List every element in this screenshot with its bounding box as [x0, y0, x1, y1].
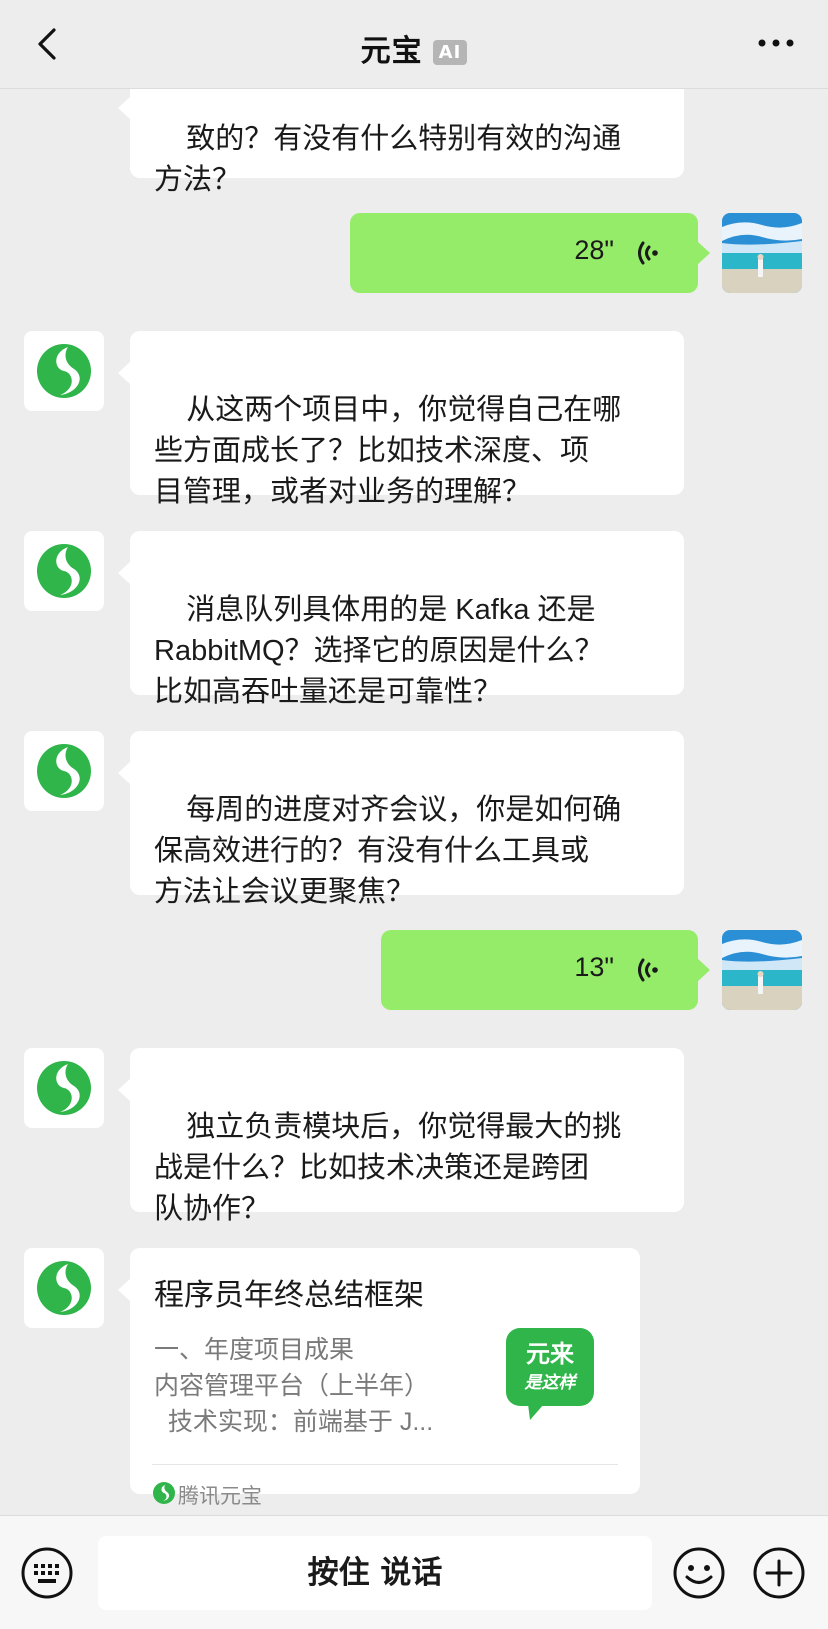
- voice-message[interactable]: 28": [350, 213, 710, 293]
- top-bar: 元宝 AI: [0, 0, 828, 89]
- logo-text: 是这样: [524, 1373, 579, 1393]
- bot-message: 每周的进度对齐会议，你是如何确 保高效进行的？有没有什么工具或 方法让会议更聚焦…: [118, 731, 684, 908]
- card-line: 内容管理平台（上半年）: [154, 1372, 430, 1400]
- card-source: 腾讯元宝: [178, 1485, 262, 1508]
- user-avatar-image: [722, 213, 802, 293]
- voice-wave-icon: [638, 241, 658, 265]
- voice-duration: 13": [574, 952, 614, 982]
- card-line: 一、年度项目成果: [154, 1336, 355, 1364]
- yuanbao-logo-icon: [37, 544, 91, 598]
- bot-avatar[interactable]: [24, 731, 104, 811]
- keyboard-icon[interactable]: [20, 1546, 74, 1600]
- bot-avatar[interactable]: [24, 331, 104, 411]
- more-icon[interactable]: [754, 28, 798, 58]
- yuanbao-logo-icon: [37, 344, 91, 398]
- yuanbao-small-icon: [153, 1482, 175, 1504]
- user-avatar-image: [722, 930, 802, 1010]
- voice-message[interactable]: 13": [381, 930, 710, 1010]
- plus-icon[interactable]: [752, 1546, 806, 1600]
- bot-avatar[interactable]: [24, 1048, 104, 1128]
- user-avatar[interactable]: [722, 213, 802, 293]
- yuanbao-logo-icon: [37, 744, 91, 798]
- bot-avatar[interactable]: [24, 531, 104, 611]
- chat-title-wrap: 元宝 AI: [0, 26, 828, 70]
- bot-avatar[interactable]: [24, 1248, 104, 1328]
- bot-message: 从这两个项目中，你觉得自己在哪 些方面成长了？比如技术深度、项 目管理，或者对业…: [118, 331, 684, 508]
- input-bar: 按住 说话: [0, 1515, 828, 1629]
- logo-text: 元来: [526, 1340, 575, 1368]
- emoji-icon[interactable]: [672, 1546, 726, 1600]
- bot-message: 消息队列具体用的是 Kafka 还是 RabbitMQ？选择它的原因是什么？ 比…: [118, 531, 684, 708]
- card-divider: [152, 1464, 618, 1465]
- card-title: 程序员年终总结框架: [154, 1279, 424, 1312]
- hold-to-talk-button[interactable]: 按住 说话: [98, 1536, 652, 1610]
- message-list[interactable]: 致的？有没有什么特别有效的沟通 方法？ 28" 从这两个项目中，你觉得自己在哪 …: [0, 0, 828, 1515]
- ai-badge: AI: [432, 40, 468, 65]
- yuanbao-logo-icon: [37, 1061, 91, 1115]
- user-avatar[interactable]: [722, 930, 802, 1010]
- yuanbao-logo-icon: [37, 1261, 91, 1315]
- voice-duration: 28": [574, 235, 614, 265]
- card-line: 技术实现：前端基于 J...: [154, 1408, 434, 1436]
- yuanlai-logo-icon: 元来 是这样: [506, 1328, 594, 1420]
- voice-wave-icon: [638, 958, 658, 982]
- link-card[interactable]: 程序员年终总结框架 一、年度项目成果 内容管理平台（上半年） 技术实现：前端基于…: [118, 1248, 640, 1508]
- chat-title: 元宝: [360, 34, 423, 69]
- bot-message: 独立负责模块后，你觉得最大的挑 战是什么？比如技术决策还是跨团 队协作？: [118, 1048, 684, 1225]
